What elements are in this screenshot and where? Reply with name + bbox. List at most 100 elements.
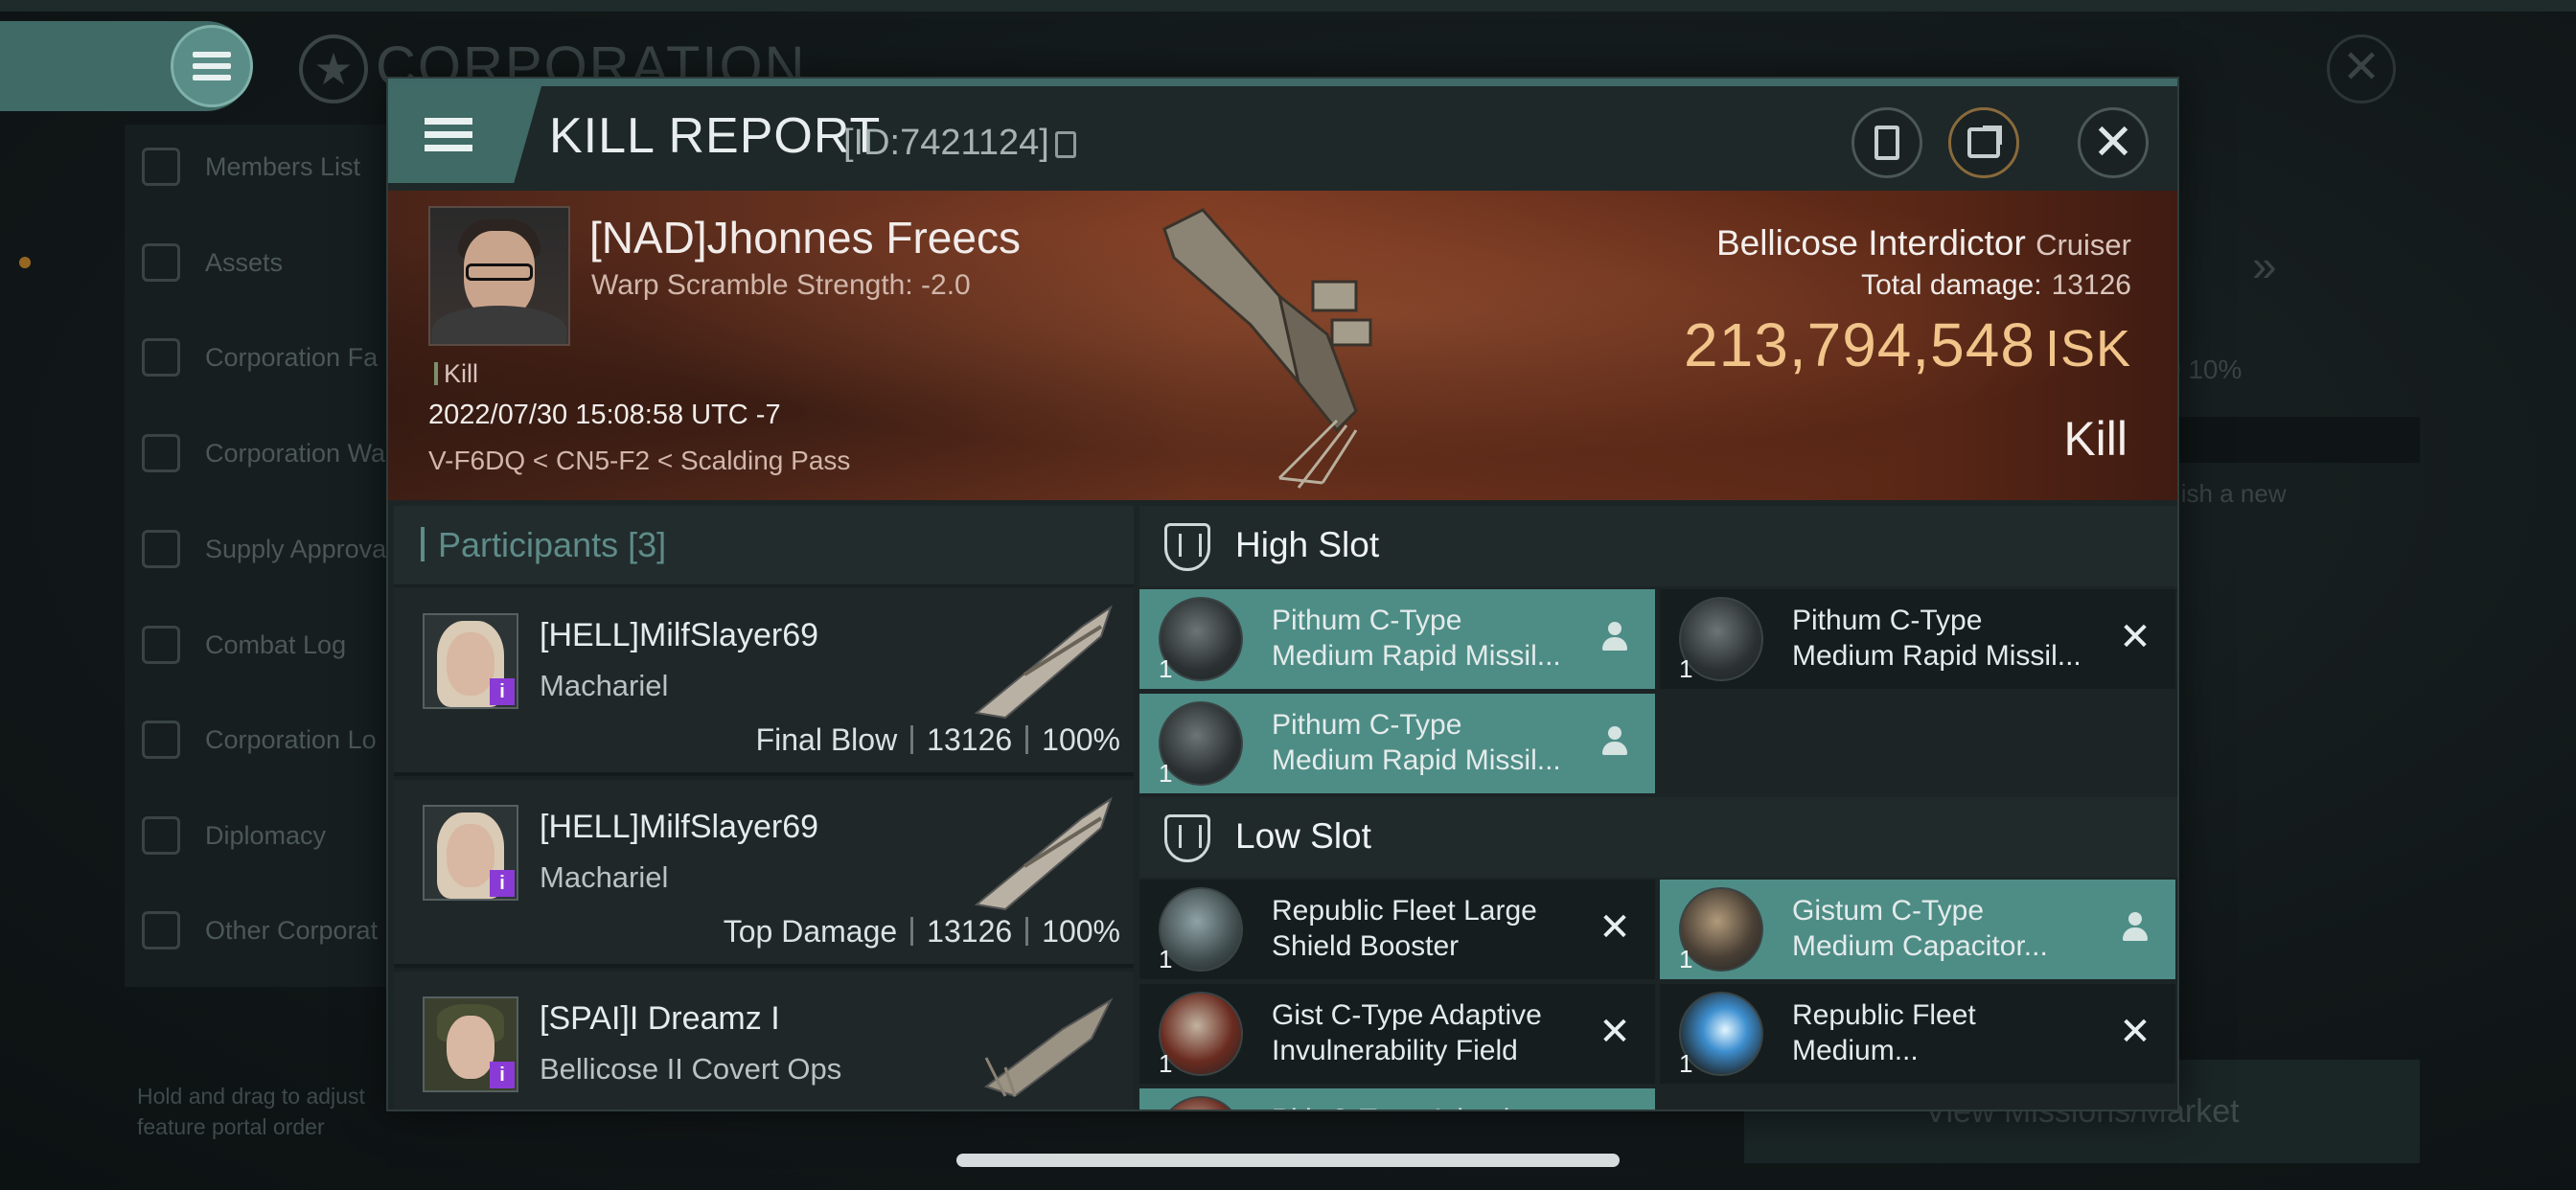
module-row[interactable]: 1 Pithum C-Type Medium Rapid Missil... — [1139, 694, 1655, 793]
module-row[interactable]: 1 Gistum C-Type Medium Capacitor... — [1660, 880, 2175, 979]
avatar-body — [432, 306, 566, 344]
share-button[interactable] — [1948, 107, 2019, 178]
avatar-face — [447, 1016, 494, 1079]
participant-row[interactable]: i [SPAI]I Dreamz I Bellicose II Covert O… — [394, 972, 1134, 1110]
participant-avatar[interactable]: i — [423, 613, 518, 709]
combat-log-icon — [142, 626, 180, 664]
participant-ship-image[interactable] — [967, 981, 1120, 1106]
kill-datetime: 2022/07/30 15:08:58 UTC -7 — [428, 400, 781, 430]
background-close-button[interactable]: ✕ — [2327, 34, 2396, 103]
participants-panel: Participants [3] i [HELL]MilfSlayer69 Ma… — [394, 506, 1134, 1110]
module-name-line2: Medium Rapid Missil... — [1792, 640, 2082, 672]
members-icon — [142, 148, 180, 186]
module-name-line1: Gist C-Type Adaptive — [1272, 999, 1542, 1031]
module-name-line1: Pithum C-Type — [1272, 605, 1462, 636]
divider — [910, 725, 914, 754]
module-name-line1: Pith C-Type Adaptive — [1272, 1102, 1588, 1110]
clipboard-button[interactable] — [1852, 107, 1922, 178]
top-status-bar — [0, 0, 2576, 11]
module-row[interactable]: 1 Pithum C-Type Medium Rapid Missil... ✕ — [1660, 589, 2175, 689]
warp-scramble-strength: Warp Scramble Strength: -2.0 — [591, 269, 971, 301]
close-button[interactable]: ✕ — [2078, 107, 2149, 178]
participant-avatar[interactable]: i — [423, 996, 518, 1092]
sidebar-item-label: Diplomacy — [205, 820, 327, 850]
high-slot-label: High Slot — [1235, 525, 1380, 564]
victim-avatar[interactable] — [428, 206, 570, 346]
victim-ship-image[interactable] — [1136, 191, 1423, 497]
background-text: lish a new — [2175, 479, 2287, 508]
kill-location[interactable]: V-F6DQ < CN5-F2 < Scalding Pass — [428, 446, 850, 476]
module-row[interactable]: 1 Republic Fleet Medium... ✕ — [1660, 984, 2175, 1084]
module-name-line2: Shield Booster — [1272, 930, 1460, 962]
participant-name: [HELL]MilfSlayer69 — [540, 809, 819, 845]
sidebar-item-label: Other Corporat — [205, 915, 379, 945]
participants-header: Participants [3] — [394, 506, 1134, 586]
total-damage-label: Total damage: — [1861, 269, 2042, 301]
module-quantity: 1 — [1679, 945, 1693, 973]
participant-row[interactable]: i [HELL]MilfSlayer69 Machariel Top Damag… — [394, 780, 1134, 968]
destroyed-x-icon: ✕ — [2119, 616, 2151, 658]
module-row[interactable]: 1 Gist C-Type Adaptive Invulnerability Fi… — [1139, 984, 1655, 1084]
module-name: Pithum C-Type Medium Rapid Missil... — [1272, 603, 1588, 674]
info-icon[interactable]: i — [490, 870, 515, 897]
ship-class: Cruiser — [2036, 228, 2131, 262]
module-row[interactable]: Pith C-Type Adaptive — [1139, 1088, 1655, 1110]
participant-damage: 13126 — [927, 914, 1013, 949]
participant-ship: Machariel — [540, 860, 669, 894]
star-icon — [142, 911, 180, 950]
ship-name-text: Bellicose Interdictor — [1715, 223, 2026, 263]
module-row[interactable]: 1 Republic Fleet Large Shield Booster ✕ — [1139, 880, 1655, 979]
module-name-line2: Medium... — [1792, 1035, 1919, 1066]
module-name-line1: Gistum C-Type — [1792, 895, 1985, 927]
invulnerability-field-icon — [1159, 1096, 1243, 1110]
facilities-icon — [142, 338, 180, 377]
participant-role: Top Damage — [723, 914, 898, 949]
victim-banner: [NAD]Jhonnes Freecs Warp Scramble Streng… — [388, 191, 2177, 500]
report-id: [ID:7421124] — [843, 123, 1049, 163]
high-slot-header: High Slot — [1139, 506, 2177, 586]
dropped-person-icon — [2116, 908, 2154, 947]
module-name-line2: Medium Rapid Missil... — [1272, 744, 1561, 776]
diplomacy-icon — [142, 816, 180, 855]
module-quantity: 1 — [1159, 654, 1173, 683]
participant-avatar[interactable]: i — [423, 805, 518, 901]
victim-ship-name[interactable]: Bellicose Interdictor Cruiser — [1716, 223, 2131, 263]
main-menu-button[interactable] — [171, 25, 253, 107]
info-icon[interactable]: i — [490, 1062, 515, 1088]
background-chevron-icon: » — [2252, 240, 2277, 290]
total-damage-value: 13126 — [2051, 269, 2131, 301]
copy-id-icon[interactable] — [1055, 131, 1076, 158]
participant-damage: 13126 — [927, 722, 1013, 757]
isk-value: 213,794,548 ISK — [1684, 309, 2131, 380]
wallet-icon — [142, 434, 180, 472]
home-indicator[interactable] — [956, 1154, 1620, 1167]
destroyed-x-icon: ✕ — [1598, 906, 1631, 949]
participant-ship: Bellicose II Covert Ops — [540, 1052, 842, 1086]
module-name-line2: Invulnerability Field — [1272, 1035, 1518, 1066]
module-name: Pith C-Type Adaptive — [1272, 1102, 1588, 1110]
victim-name[interactable]: [NAD]Jhonnes Freecs — [589, 212, 1021, 263]
info-icon[interactable]: i — [490, 678, 515, 705]
clipboard-icon — [1874, 126, 1899, 160]
module-row[interactable]: 1 Pithum C-Type Medium Rapid Missil... — [1139, 589, 1655, 689]
divider — [1025, 725, 1029, 754]
module-name-line2: Medium Rapid Missil... — [1272, 640, 1561, 672]
dropped-person-icon — [1596, 618, 1634, 656]
module-name-line1: Republic Fleet Large — [1272, 895, 1537, 927]
background-input — [2156, 417, 2420, 463]
sidebar-item-label: Corporation Fa — [205, 342, 379, 372]
sidebar-item-label: Corporation Wa — [205, 438, 386, 468]
hamburger-icon — [425, 111, 472, 158]
low-slot-header: Low Slot — [1139, 797, 2177, 878]
participant-name: [HELL]MilfSlayer69 — [540, 617, 819, 653]
share-icon — [1967, 126, 2002, 158]
corporation-star-icon: ★ — [299, 34, 368, 103]
destroyed-x-icon: ✕ — [1598, 1011, 1631, 1053]
module-quantity: 1 — [1679, 1049, 1693, 1078]
dialog-menu-button[interactable] — [388, 86, 541, 183]
assets-icon — [142, 243, 180, 282]
participant-ship-image[interactable] — [967, 598, 1120, 722]
low-slot-label: Low Slot — [1235, 816, 1371, 856]
participant-row[interactable]: i [HELL]MilfSlayer69 Machariel Final Blo… — [394, 588, 1134, 776]
participant-ship-image[interactable] — [967, 790, 1120, 914]
